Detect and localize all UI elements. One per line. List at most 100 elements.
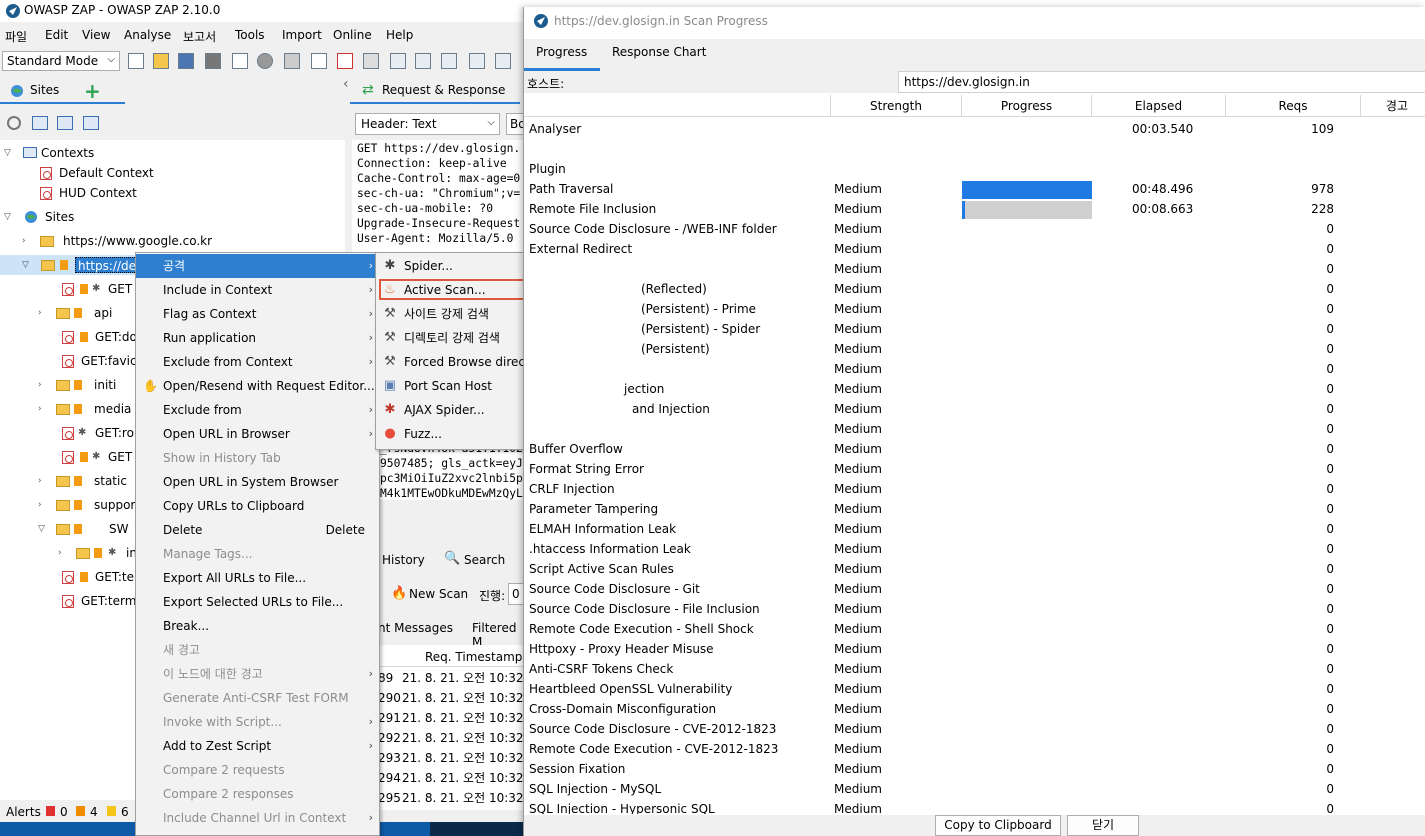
import-context-icon[interactable] (57, 116, 73, 130)
layout-full-icon[interactable] (441, 53, 457, 69)
scan-table-row[interactable]: (Persistent) - Prime Medium 0 (524, 299, 1425, 319)
scan-table-row[interactable]: Medium 0 (524, 259, 1425, 279)
scan-table-row[interactable]: jection Medium 0 (524, 379, 1425, 399)
column-header-strength[interactable]: Strength (831, 95, 962, 117)
scan-table-row[interactable]: ELMAH Information Leak Medium 0 (524, 519, 1425, 539)
menu-online[interactable]: Online (333, 28, 372, 42)
menu-file[interactable]: 파일 (5, 28, 27, 45)
scan-table-row[interactable]: (Reflected) Medium 0 (524, 279, 1425, 299)
scan-table-row[interactable]: Analyser 00:03.540 109 (524, 119, 1425, 139)
context-menu-item[interactable]: Open URL in Browser › (136, 422, 379, 446)
scan-table-row[interactable]: Source Code Disclosure - File Inclusion M… (524, 599, 1425, 619)
context-menu-item[interactable]: Run application › (136, 326, 379, 350)
snapshot-icon[interactable] (205, 53, 221, 69)
history-row[interactable]: 293 21. 8. 21. 오전 10:32:5 (378, 748, 528, 768)
context-menu-item[interactable]: Open URL in System Browser (136, 470, 379, 494)
new-context-icon[interactable] (32, 116, 48, 130)
chevron-right-icon[interactable]: › (38, 303, 42, 323)
context-menu-item[interactable]: Open/Resend with Request Editor... ✋ (136, 374, 379, 398)
scan-table-row[interactable]: Source Code Disclosure - /WEB-INF folder… (524, 219, 1425, 239)
delete-icon[interactable] (337, 53, 353, 69)
menu-view[interactable]: View (82, 28, 110, 42)
scan-table-row[interactable]: Medium 0 (524, 359, 1425, 379)
history-row[interactable]: 295 21. 8. 21. 오전 10:32:5 (378, 788, 528, 808)
session-properties-icon[interactable] (232, 53, 248, 69)
gear-icon[interactable] (257, 53, 273, 69)
copy-to-clipboard-button[interactable]: Copy to Clipboard (935, 815, 1061, 836)
scan-table-row[interactable]: Source Code Disclosure - Git Medium 0 (524, 579, 1425, 599)
scan-table-row[interactable]: Medium 0 (524, 419, 1425, 439)
scan-table-row[interactable]: (Persistent) - Spider Medium 0 (524, 319, 1425, 339)
scan-table-row[interactable]: Parameter Tampering Medium 0 (524, 499, 1425, 519)
layout-icon[interactable] (363, 53, 379, 69)
scan-table-row[interactable]: Script Active Scan Rules Medium 0 (524, 559, 1425, 579)
open-session-icon[interactable] (153, 53, 169, 69)
pin-tabs-icon[interactable] (495, 53, 511, 69)
context-menu-item[interactable]: Copy URLs to Clipboard (136, 494, 379, 518)
column-header-progress[interactable]: Progress (962, 95, 1092, 117)
chevron-down-icon[interactable]: ▽ (22, 255, 29, 275)
tab-sent-messages[interactable]: nt Messages (378, 621, 453, 635)
tab-search[interactable]: Search (464, 553, 505, 567)
layout-left-icon[interactable] (390, 53, 406, 69)
chevron-down-icon[interactable]: ▽ (4, 143, 11, 163)
new-scan-button[interactable]: New Scan (409, 587, 468, 601)
scan-table-row[interactable]: SQL Injection - Hypersonic SQL Medium 0 (524, 799, 1425, 814)
menu-edit[interactable]: Edit (45, 28, 68, 42)
check-updates-icon[interactable] (284, 53, 300, 69)
scan-table-row[interactable]: Path Traversal Medium 00:48.496 978 (524, 179, 1425, 199)
history-row[interactable]: 89 21. 8. 21. 오전 10:32:5 (378, 668, 528, 688)
scan-table-row[interactable]: (Persistent) Medium 0 (524, 339, 1425, 359)
chevron-right-icon[interactable]: › (38, 471, 42, 491)
column-header-reqs[interactable]: Reqs (1226, 95, 1361, 117)
layout-bottom-icon[interactable] (415, 53, 431, 69)
history-row[interactable]: 290 21. 8. 21. 오전 10:32:5 (378, 688, 528, 708)
history-row[interactable]: 294 21. 8. 21. 오전 10:32:5 (378, 768, 528, 788)
context-menu-item[interactable]: Flag as Context › (136, 302, 379, 326)
scan-table-row[interactable] (524, 139, 1425, 159)
history-row[interactable]: 292 21. 8. 21. 오전 10:32:5 (378, 728, 528, 748)
scan-table-row[interactable]: Format String Error Medium 0 (524, 459, 1425, 479)
chevron-right-icon[interactable]: › (38, 375, 42, 395)
scan-table-row[interactable]: Plugin (524, 159, 1425, 179)
scan-table-row[interactable]: SQL Injection - MySQL Medium 0 (524, 779, 1425, 799)
menu-report[interactable]: 보고서 (183, 28, 216, 45)
context-menu-item[interactable]: Export All URLs to File... (136, 566, 379, 590)
column-header-elapsed[interactable]: Elapsed (1092, 95, 1226, 117)
close-button[interactable]: 닫기 (1067, 815, 1139, 836)
context-menu-item[interactable]: Exclude from › (136, 398, 379, 422)
scan-table-row[interactable]: Remote Code Execution - CVE-2012-1823 Med… (524, 739, 1425, 759)
history-row[interactable]: 291 21. 8. 21. 오전 10:32:5 (378, 708, 528, 728)
plus-icon[interactable]: + (84, 79, 101, 103)
scan-table-row[interactable]: Anti-CSRF Tokens Check Medium 0 (524, 659, 1425, 679)
menu-import[interactable]: Import (282, 28, 322, 42)
scan-table-row[interactable]: CRLF Injection Medium 0 (524, 479, 1425, 499)
show-tabs-icon[interactable] (469, 53, 485, 69)
scan-table-row[interactable]: Session Fixation Medium 0 (524, 759, 1425, 779)
context-menu-item[interactable]: 공격 › (136, 254, 379, 278)
tab-progress[interactable]: Progress (536, 45, 587, 59)
scan-table-row[interactable]: and Injection Medium 0 (524, 399, 1425, 419)
header-format-select[interactable]: Header: Text ⌵ (355, 113, 500, 135)
column-header-alerts[interactable]: 경고 (1361, 95, 1425, 117)
chevron-right-icon[interactable]: › (38, 399, 42, 419)
context-menu-item[interactable]: Export Selected URLs to File... (136, 590, 379, 614)
tab-request-response[interactable]: ‹ ⇄ Request & Response (343, 76, 520, 104)
chevron-down-icon[interactable]: ▽ (38, 519, 45, 539)
add-note-icon[interactable] (311, 53, 327, 69)
scan-table-row[interactable]: Heartbleed OpenSSL Vulnerability Medium 0 (524, 679, 1425, 699)
scan-table-row[interactable]: External Redirect Medium 0 (524, 239, 1425, 259)
tab-response-chart[interactable]: Response Chart (612, 45, 706, 59)
context-menu-item[interactable]: Add to Zest Script › (136, 734, 379, 758)
scan-table-row[interactable]: .htaccess Information Leak Medium 0 (524, 539, 1425, 559)
context-menu-item[interactable]: Include in Context › (136, 278, 379, 302)
tab-sites[interactable]: Sites + (0, 78, 125, 104)
scan-table-row[interactable]: Remote File Inclusion Medium 00:08.663 228 (524, 199, 1425, 219)
save-session-icon[interactable] (178, 53, 194, 69)
target-icon[interactable] (7, 116, 21, 130)
menu-help[interactable]: Help (386, 28, 413, 42)
chevron-right-icon[interactable]: › (38, 495, 42, 515)
chevron-left-icon[interactable]: ‹ (343, 76, 349, 92)
context-menu-item[interactable]: Exclude from Context › (136, 350, 379, 374)
chevron-right-icon[interactable]: › (58, 543, 62, 563)
